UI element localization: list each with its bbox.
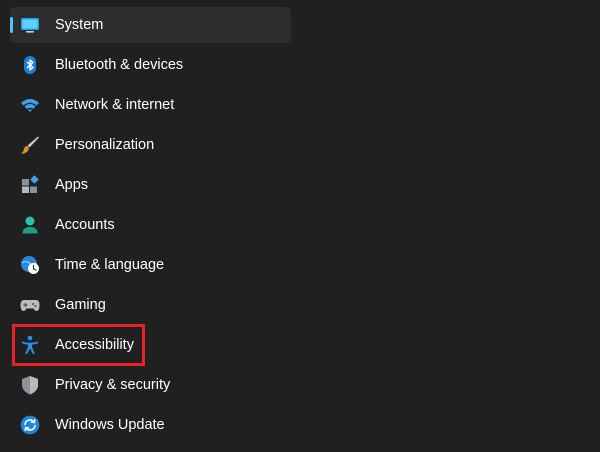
nav-item-system[interactable]: System: [10, 7, 291, 43]
nav-item-label: Personalization: [55, 137, 155, 153]
nav-item-label: Apps: [55, 177, 89, 193]
nav-item-apps[interactable]: Apps: [10, 167, 291, 203]
nav-item-bluetooth-devices[interactable]: Bluetooth & devices: [10, 47, 291, 83]
nav-item-label: Privacy & security: [55, 377, 171, 393]
nav-item-label: Time & language: [55, 257, 165, 273]
clock-globe-icon: [20, 255, 40, 275]
nav-item-gaming[interactable]: Gaming: [10, 287, 291, 323]
apps-icon: [20, 175, 40, 195]
settings-navigation: System Bluetooth & devices Network & int…: [0, 0, 600, 452]
bluetooth-icon: [20, 55, 40, 75]
nav-item-label: Bluetooth & devices: [55, 57, 184, 73]
sync-icon: [20, 415, 40, 435]
shield-icon: [20, 375, 40, 395]
nav-item-network-internet[interactable]: Network & internet: [10, 87, 291, 123]
nav-item-label: Network & internet: [55, 97, 175, 113]
gamepad-icon: [20, 295, 40, 315]
nav-item-label: Accounts: [55, 217, 115, 233]
wifi-icon: [20, 95, 40, 115]
selection-indicator: [10, 17, 13, 33]
nav-item-accessibility[interactable]: Accessibility: [10, 327, 291, 363]
nav-item-personalization[interactable]: Personalization: [10, 127, 291, 163]
nav-item-label: System: [55, 17, 104, 33]
nav-item-label: Gaming: [55, 297, 106, 313]
nav-item-accounts[interactable]: Accounts: [10, 207, 291, 243]
brush-icon: [20, 135, 40, 155]
nav-item-privacy-security[interactable]: Privacy & security: [10, 367, 291, 403]
nav-item-label: Windows Update: [55, 417, 165, 433]
nav-item-label: Accessibility: [55, 337, 134, 353]
system-icon: [20, 15, 40, 35]
person-icon: [20, 215, 40, 235]
nav-item-windows-update[interactable]: Windows Update: [10, 407, 291, 443]
accessibility-icon: [20, 335, 40, 355]
nav-item-time-language[interactable]: Time & language: [10, 247, 291, 283]
